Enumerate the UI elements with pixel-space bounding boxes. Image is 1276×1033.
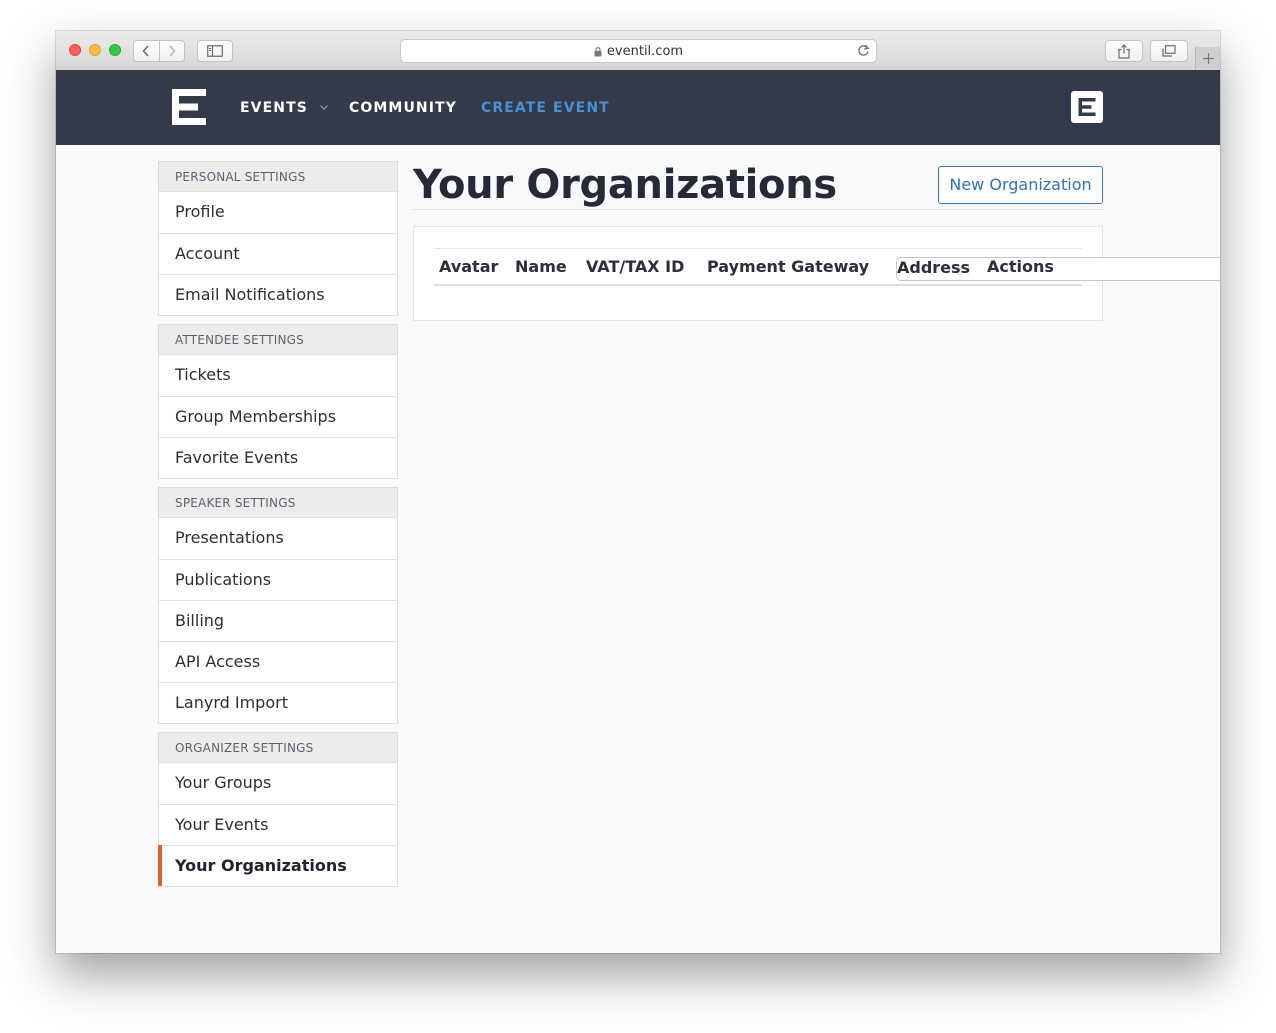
tabs-overview-icon bbox=[1162, 45, 1176, 57]
sidebar-item-presentations[interactable]: Presentations bbox=[159, 518, 397, 559]
sidebar-item-your-organizations[interactable]: Your Organizations bbox=[158, 845, 397, 886]
organizations-table-card: Avatar Name VAT/TAX ID Payment Gateway A… bbox=[413, 226, 1220, 321]
sidebar-item-billing[interactable]: Billing bbox=[159, 600, 397, 641]
history-navigation bbox=[133, 40, 185, 62]
sidebar-item-publications[interactable]: Publications bbox=[159, 559, 397, 600]
url-text: eventil.com bbox=[606, 44, 684, 59]
sidebar-item-tickets[interactable]: Tickets bbox=[159, 355, 397, 396]
personal-settings-panel: PERSONAL SETTINGS Profile Account Email … bbox=[158, 161, 398, 316]
speaker-settings-panel: SPEAKER SETTINGS Presentations Publicati… bbox=[158, 487, 398, 724]
sidebar-item-account[interactable]: Account bbox=[159, 233, 397, 274]
sidebar-toggle-button[interactable] bbox=[197, 40, 233, 62]
minimize-window-button[interactable] bbox=[89, 44, 101, 56]
browser-window: eventil.com EVENTS COMMUNITY CREATE EVEN… bbox=[56, 31, 1220, 953]
sidebar-item-profile[interactable]: Profile bbox=[159, 192, 397, 233]
chevron-down-icon bbox=[319, 105, 328, 110]
share-icon bbox=[1118, 43, 1130, 59]
share-button[interactable] bbox=[1105, 40, 1143, 62]
eventil-logo-icon bbox=[172, 89, 206, 125]
nav-create-event[interactable]: CREATE EVENT bbox=[481, 99, 610, 117]
address-bar[interactable]: eventil.com bbox=[400, 39, 877, 63]
zoom-window-button[interactable] bbox=[109, 44, 121, 56]
back-button[interactable] bbox=[134, 41, 159, 61]
panel-heading: ORGANIZER SETTINGS bbox=[159, 733, 397, 763]
plus-icon bbox=[1203, 53, 1214, 64]
column-header-vat-tax-id: VAT/TAX ID bbox=[586, 257, 685, 276]
organizer-settings-panel: ORGANIZER SETTINGS Your Groups Your Even… bbox=[158, 732, 398, 887]
new-tab-button[interactable] bbox=[1195, 47, 1220, 70]
lock-icon bbox=[594, 46, 602, 56]
panel-heading: ATTENDEE SETTINGS bbox=[159, 325, 397, 355]
sidebar-item-your-events[interactable]: Your Events bbox=[159, 804, 397, 845]
title-divider bbox=[413, 209, 1103, 210]
sidebar-item-favorite-events[interactable]: Favorite Events bbox=[159, 437, 397, 478]
page-title: Your Organizations bbox=[413, 162, 837, 208]
show-tabs-button[interactable] bbox=[1150, 40, 1188, 62]
sidebar-item-group-memberships[interactable]: Group Memberships bbox=[159, 396, 397, 437]
attendee-settings-panel: ATTENDEE SETTINGS Tickets Group Membersh… bbox=[158, 324, 398, 479]
panel-heading: SPEAKER SETTINGS bbox=[159, 488, 397, 518]
column-header-payment-gateway: Payment Gateway bbox=[707, 257, 870, 276]
site-header: EVENTS COMMUNITY CREATE EVENT bbox=[56, 70, 1220, 145]
settings-sidebar: PERSONAL SETTINGS Profile Account Email … bbox=[158, 161, 398, 895]
table-header-row: Avatar Name VAT/TAX ID Payment Gateway A… bbox=[434, 249, 1220, 286]
eventil-avatar-icon bbox=[1078, 98, 1096, 116]
nav-community[interactable]: COMMUNITY bbox=[349, 99, 457, 117]
column-header-address: Address bbox=[896, 257, 1220, 281]
column-header-name: Name bbox=[515, 257, 567, 276]
browser-toolbar: eventil.com bbox=[56, 31, 1220, 71]
sidebar-item-lanyrd-import[interactable]: Lanyrd Import bbox=[159, 682, 397, 723]
sidebar-icon bbox=[207, 45, 223, 57]
sidebar-item-your-groups[interactable]: Your Groups bbox=[159, 763, 397, 804]
reload-icon[interactable] bbox=[857, 44, 870, 57]
chevron-left-icon bbox=[142, 45, 149, 57]
sidebar-item-email-notifications[interactable]: Email Notifications bbox=[159, 274, 397, 315]
address-text-wrap: eventil.com bbox=[401, 44, 876, 59]
eventil-logo[interactable] bbox=[172, 89, 206, 125]
chevron-right-icon bbox=[169, 45, 176, 57]
column-header-actions: Actions bbox=[987, 257, 1054, 276]
user-avatar[interactable] bbox=[1071, 91, 1103, 123]
column-header-avatar: Avatar bbox=[439, 257, 499, 276]
close-window-button[interactable] bbox=[69, 44, 81, 56]
panel-heading: PERSONAL SETTINGS bbox=[159, 162, 397, 192]
new-organization-button[interactable]: New Organization bbox=[938, 166, 1103, 204]
nav-events[interactable]: EVENTS bbox=[240, 99, 328, 117]
nav-events-label: EVENTS bbox=[240, 100, 308, 116]
forward-button[interactable] bbox=[158, 41, 185, 61]
sidebar-item-api-access[interactable]: API Access bbox=[159, 641, 397, 682]
